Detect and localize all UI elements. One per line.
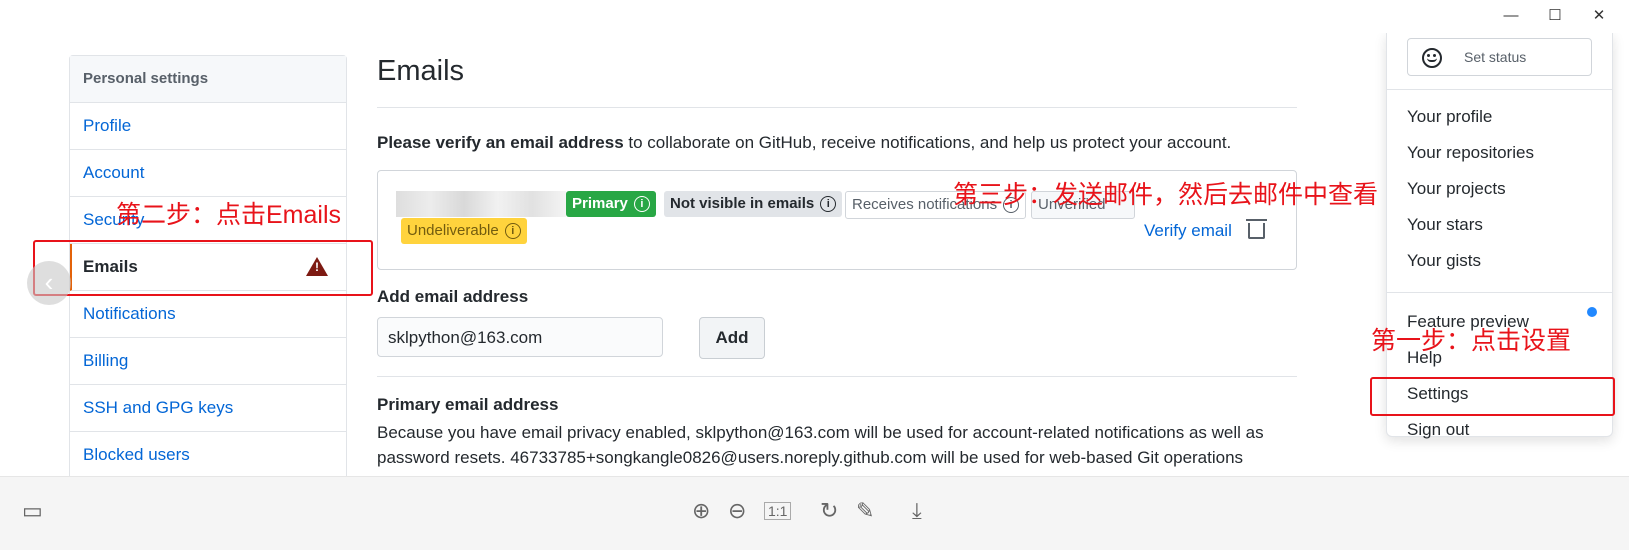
maximize-button[interactable]: ☐ [1540,6,1570,26]
title-divider [377,107,1297,108]
info-icon[interactable]: i [633,196,650,213]
primary-email-description: Because you have email privacy enabled, … [377,423,1264,467]
add-email-button[interactable]: Add [699,317,765,359]
edit-icon[interactable]: ✎ [856,498,874,524]
menu-item-your-gists[interactable]: Your gists [1407,251,1481,271]
close-button[interactable]: ✕ [1584,6,1614,26]
section-divider [377,376,1297,377]
verify-notice: Please verify an email address to collab… [377,133,1231,153]
minimize-button[interactable]: — [1496,6,1526,26]
add-email-title: Add email address [377,287,529,306]
sidebar-item-ssh-gpg-keys[interactable]: SSH and GPG keys [70,385,346,432]
verify-notice-bold: Please verify an email address [377,133,624,152]
annotation-step3: 第三步：发送邮件，然后去邮件中查看 [953,181,1379,209]
page-title: Emails [377,55,465,87]
zoom-out-icon[interactable]: ⊖ [728,498,746,524]
annotation-step2: 第二步：点击Emails [116,201,342,229]
annotation-box-emails [33,240,373,296]
previous-image-icon[interactable]: ‹ [27,261,71,305]
sidebar-item-notifications[interactable]: Notifications [70,291,346,338]
menu-item-sign-out[interactable]: Sign out [1407,420,1469,440]
screenshot-viewport: Personal settings Profile Account Securi… [0,33,1629,476]
sidebar-item-billing[interactable]: Billing [70,338,346,385]
menu-item-your-stars[interactable]: Your stars [1407,215,1483,235]
actual-size-icon[interactable]: 1:1 [764,502,792,520]
annotation-step1: 第一步：点击设置 [1371,327,1572,355]
undeliverable-label-text: Undeliverable [407,222,499,239]
primary-label: Primary i [566,191,656,217]
new-feature-dot [1587,307,1597,317]
sidebar-item-profile[interactable]: Profile [70,103,346,150]
smiley-icon [1422,48,1442,68]
rotate-icon[interactable]: ↻ [820,498,838,524]
menu-item-your-repositories[interactable]: Your repositories [1407,143,1534,163]
sidebar-item-account[interactable]: Account [70,150,346,197]
not-visible-label-text: Not visible in emails [670,195,815,212]
redacted-email [396,191,566,217]
thumbnail-icon[interactable]: ▭ [22,498,43,524]
download-icon[interactable]: ⤓ [912,498,922,524]
zoom-in-icon[interactable]: ⊕ [692,498,710,524]
set-status-button[interactable]: Set status [1407,38,1592,76]
primary-label-text: Primary [572,195,628,212]
title-bar: — ☐ ✕ [0,0,1629,34]
menu-item-your-projects[interactable]: Your projects [1407,179,1506,199]
image-viewer-window: — ☐ ✕ Personal settings Profile Account … [0,0,1629,550]
verify-notice-text: to collaborate on GitHub, receive notifi… [623,133,1232,152]
add-email-input[interactable]: sklpython@163.com [377,317,663,357]
not-visible-label: Not visible in emails i [664,191,843,217]
menu-header: Personal settings [70,56,346,103]
set-status-label: Set status [1464,49,1527,65]
info-icon[interactable]: i [504,223,521,240]
menu-item-your-profile[interactable]: Your profile [1407,107,1492,127]
undeliverable-label: Undeliverable i [401,218,527,244]
viewer-toolbar: ▭ ⊕ ⊖ 1:1 ↻ ✎ ⤓ [0,476,1629,550]
sidebar-item-blocked-users[interactable]: Blocked users [70,432,346,476]
info-icon[interactable]: i [820,196,837,213]
dropdown-divider [1387,89,1612,90]
annotation-box-settings [1370,377,1615,416]
primary-email-title: Primary email address [377,395,559,414]
verify-email-link[interactable]: Verify email [1144,221,1232,241]
trash-icon[interactable] [1246,219,1267,239]
dropdown-divider [1387,292,1612,293]
